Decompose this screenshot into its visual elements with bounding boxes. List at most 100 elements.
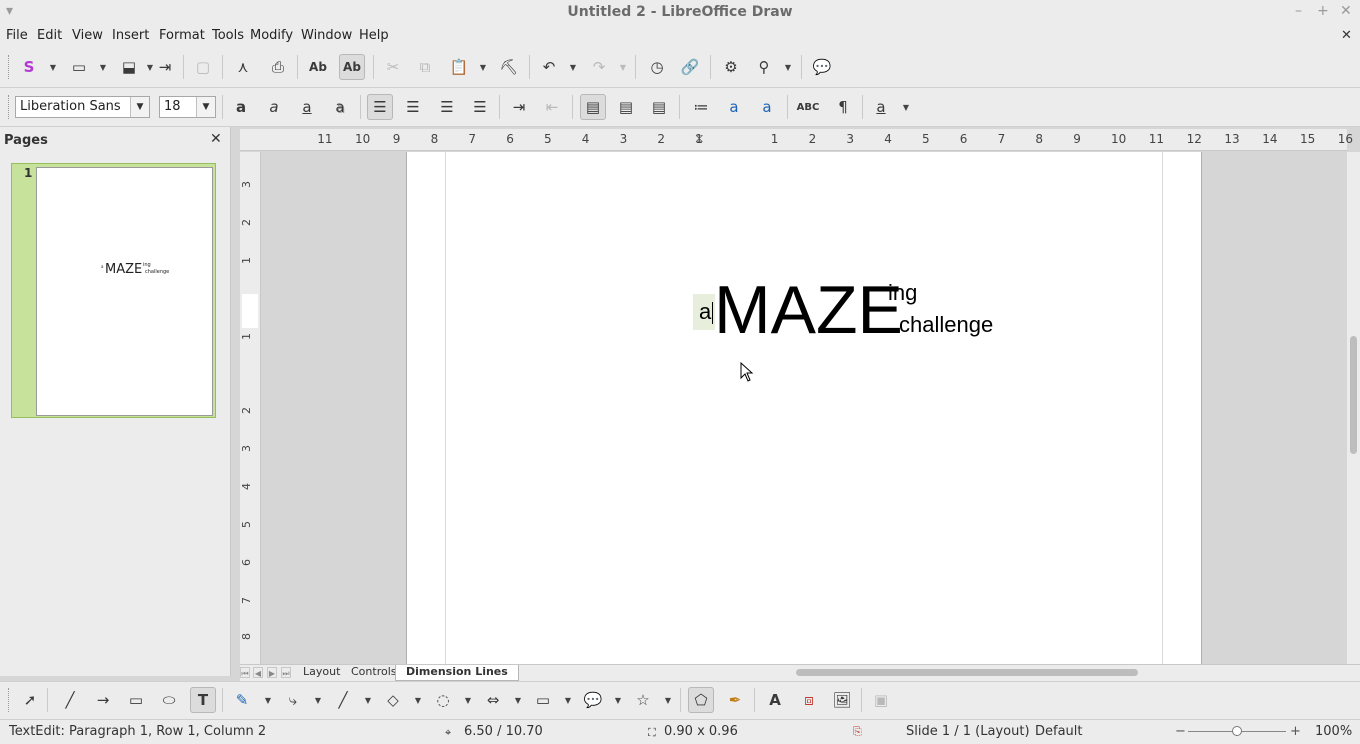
stars-icon[interactable]: ☆: [630, 687, 656, 713]
tab-dimension-lines[interactable]: Dimension Lines: [395, 665, 519, 681]
open-dropdown-icon[interactable]: ▼: [99, 62, 107, 72]
copy-icon[interactable]: ⧉: [412, 54, 438, 80]
align-bottom-icon[interactable]: ▤: [646, 94, 672, 120]
page[interactable]: a MAZE ing challenge: [406, 152, 1202, 664]
character-icon[interactable]: ABC: [795, 94, 821, 120]
curve-dropdown-icon[interactable]: ▼: [264, 695, 272, 705]
glue-points-icon[interactable]: ✒: [722, 687, 748, 713]
font-name-dropdown-icon[interactable]: ▼: [130, 97, 149, 117]
text-ing[interactable]: ing: [888, 280, 917, 306]
line-arrow-icon[interactable]: →: [90, 687, 116, 713]
export-pdf-icon[interactable]: ▢: [190, 54, 216, 80]
fontwork-icon[interactable]: A: [762, 687, 788, 713]
toolbar-grip[interactable]: [8, 688, 12, 712]
superscript-icon[interactable]: a: [721, 94, 747, 120]
zoom-dropdown-icon[interactable]: ▼: [784, 62, 792, 72]
menu-help[interactable]: Help: [359, 28, 389, 43]
menu-format[interactable]: Format: [159, 28, 205, 43]
menu-window[interactable]: Window: [301, 28, 352, 43]
paste-icon[interactable]: 📋: [446, 54, 472, 80]
vertical-scrollbar[interactable]: [1347, 152, 1360, 664]
menu-edit[interactable]: Edit: [37, 28, 62, 43]
center-vertically-icon[interactable]: ▤: [613, 94, 639, 120]
curve-icon[interactable]: ✎: [229, 687, 255, 713]
decrease-indent-icon[interactable]: ⇤: [539, 94, 565, 120]
font-color-icon[interactable]: a: [868, 94, 894, 120]
callouts-dropdown-icon[interactable]: ▼: [614, 695, 622, 705]
font-name-box[interactable]: Liberation Sans ▼: [15, 96, 150, 118]
zoom-slider-knob[interactable]: [1232, 726, 1242, 736]
shadow-icon[interactable]: a: [327, 94, 353, 120]
callouts-icon[interactable]: 💬: [580, 687, 606, 713]
last-tab-icon[interactable]: ⏭: [281, 667, 291, 678]
undo-dropdown-icon[interactable]: ▼: [569, 62, 577, 72]
select-icon[interactable]: ➚: [17, 687, 43, 713]
auto-spellcheck-icon[interactable]: Ab: [339, 54, 365, 80]
zoom-icon[interactable]: ⚲: [751, 54, 777, 80]
zoom-in-icon[interactable]: +: [1290, 724, 1301, 739]
lines-arrows-icon[interactable]: ╱: [330, 687, 356, 713]
print-icon[interactable]: ⎙: [265, 54, 291, 80]
insert-image-icon[interactable]: 🖼: [829, 687, 855, 713]
flowchart-dropdown-icon[interactable]: ▼: [564, 695, 572, 705]
drawing-canvas[interactable]: a MAZE ing challenge: [262, 152, 1347, 664]
redo-icon[interactable]: ↷: [586, 54, 612, 80]
spelling-icon[interactable]: Ab: [305, 54, 331, 80]
bullet-list-icon[interactable]: ≔: [688, 94, 714, 120]
align-center-icon[interactable]: ☰: [400, 94, 426, 120]
font-size-box[interactable]: 18 ▼: [159, 96, 216, 118]
text-maze[interactable]: MAZE: [714, 270, 903, 350]
lines-arrows-dropdown-icon[interactable]: ▼: [364, 695, 372, 705]
subscript-icon[interactable]: a: [754, 94, 780, 120]
paragraph-icon[interactable]: ¶: [830, 94, 856, 120]
document-modified-icon[interactable]: ⎘: [853, 725, 862, 739]
italic-icon[interactable]: a: [261, 94, 287, 120]
line-icon[interactable]: ╱: [57, 687, 83, 713]
menu-tools[interactable]: Tools: [212, 28, 244, 43]
vertical-ruler[interactable]: 3 2 1 1 2 3 4 5 6 7 8: [240, 152, 261, 664]
menu-view[interactable]: View: [72, 28, 103, 43]
close-document-icon[interactable]: ✕: [1341, 28, 1352, 43]
font-color-dropdown-icon[interactable]: ▼: [902, 102, 910, 112]
undo-icon[interactable]: ↶: [536, 54, 562, 80]
help-icon[interactable]: 💬: [809, 54, 835, 80]
font-size-dropdown-icon[interactable]: ▼: [196, 97, 215, 117]
flowchart-icon[interactable]: ▭: [530, 687, 556, 713]
align-top-icon[interactable]: ▤: [580, 94, 606, 120]
text-tool-icon[interactable]: T: [190, 687, 216, 713]
prev-tab-icon[interactable]: ◀: [253, 667, 263, 678]
redo-dropdown-icon[interactable]: ▼: [619, 62, 627, 72]
edit-points-icon[interactable]: ⋏: [230, 54, 256, 80]
page-thumbnail[interactable]: a MAZE ing challenge: [36, 167, 213, 416]
block-arrows-dropdown-icon[interactable]: ▼: [514, 695, 522, 705]
paste-dropdown-icon[interactable]: ▼: [479, 62, 487, 72]
next-tab-icon[interactable]: ▶: [267, 667, 277, 678]
basic-shapes-icon[interactable]: ◇: [380, 687, 406, 713]
insert-image-frame-icon[interactable]: ⧈: [796, 687, 822, 713]
text-box-editing[interactable]: a: [693, 294, 715, 330]
points-icon[interactable]: ⬠: [688, 687, 714, 713]
maximize-icon[interactable]: +: [1317, 3, 1329, 19]
stars-dropdown-icon[interactable]: ▼: [664, 695, 672, 705]
page-thumbnail-selected[interactable]: 1 a MAZE ing challenge: [11, 163, 216, 418]
bold-icon[interactable]: a: [228, 94, 254, 120]
connector-icon[interactable]: ⤷: [280, 687, 306, 713]
display-grid-icon[interactable]: ⚙: [718, 54, 744, 80]
clone-formatting-icon[interactable]: ⛏: [496, 54, 522, 80]
close-pages-panel-icon[interactable]: ✕: [210, 131, 222, 147]
symbol-shapes-icon[interactable]: ◌: [430, 687, 456, 713]
status-zoom[interactable]: 100%: [1315, 724, 1352, 739]
align-left-icon[interactable]: ☰: [367, 94, 393, 120]
start-center-icon[interactable]: S: [16, 54, 42, 80]
3d-objects-icon[interactable]: ▣: [868, 687, 894, 713]
menu-insert[interactable]: Insert: [112, 28, 149, 43]
horizontal-ruler[interactable]: 11109876543211234567891011121314151617⧖: [240, 129, 1353, 151]
zoom-slider[interactable]: [1188, 726, 1286, 736]
increase-indent-icon[interactable]: ⇥: [506, 94, 532, 120]
indent-marker-icon[interactable]: ⧖: [695, 131, 703, 146]
first-tab-icon[interactable]: ⏮: [240, 667, 250, 678]
menu-file[interactable]: File: [6, 28, 28, 43]
cut-icon[interactable]: ✂: [380, 54, 406, 80]
toolbar-grip[interactable]: [8, 55, 12, 79]
horizontal-scrollbar-thumb[interactable]: [796, 669, 1138, 676]
